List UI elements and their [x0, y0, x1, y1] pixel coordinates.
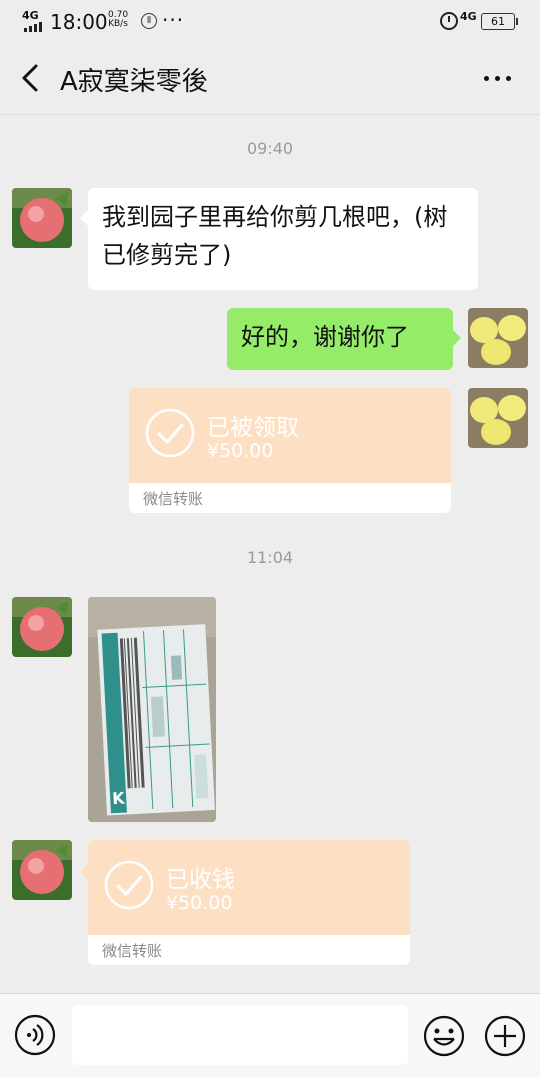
network-type-right: 4G	[460, 10, 477, 23]
contact-avatar[interactable]	[12, 597, 72, 657]
my-avatar[interactable]	[468, 388, 528, 448]
transfer-amount: ¥50.00	[207, 440, 274, 462]
my-avatar[interactable]	[468, 308, 528, 368]
status-bar: 4G 18:00 0.70 KB/s ⫴ ··· 4G 61	[0, 0, 540, 44]
vibrate-icon: ⫴	[141, 13, 157, 29]
lemon-avatar-image	[468, 388, 528, 448]
transfer-footer: 微信转账	[102, 942, 163, 960]
incoming-text-message[interactable]: 我到园子里再给你剪几根吧，(树已修剪完了)	[80, 188, 478, 290]
transfer-card-collected[interactable]: 已收钱 ¥50.00 微信转账	[80, 840, 410, 965]
status-more: ···	[162, 8, 185, 32]
peach-avatar-image	[12, 188, 72, 248]
timestamp: 11:04	[246, 548, 294, 567]
speed-unit: KB/s	[108, 19, 128, 29]
emoji-button[interactable]	[422, 1014, 466, 1058]
lemon-avatar-image	[468, 308, 528, 368]
check-circle-icon	[145, 408, 195, 458]
svg-text:K: K	[112, 789, 126, 809]
input-bar	[0, 993, 540, 1078]
check-circle-icon	[104, 860, 154, 910]
peach-avatar-image	[12, 597, 72, 657]
timestamp: 09:40	[246, 139, 294, 158]
contact-avatar[interactable]	[12, 188, 72, 248]
network-speed: 0.70 KB/s	[108, 11, 128, 29]
signal-icon	[24, 22, 42, 32]
transfer-status: 已收钱	[166, 867, 235, 893]
emoji-icon	[423, 1015, 465, 1057]
more-dots-icon	[484, 76, 489, 81]
plus-button[interactable]	[483, 1014, 527, 1058]
transfer-card-received[interactable]: 已被领取 ¥50.00 微信转账	[129, 388, 451, 513]
back-button[interactable]	[14, 60, 50, 96]
contact-avatar[interactable]	[12, 840, 72, 900]
transfer-status: 已被领取	[207, 415, 299, 441]
message-input[interactable]	[72, 1005, 408, 1065]
plus-icon	[484, 1015, 526, 1057]
network-type: 4G	[22, 9, 39, 22]
transfer-amount: ¥50.00	[166, 892, 233, 914]
alarm-icon	[440, 12, 458, 30]
status-time: 18:00	[50, 10, 108, 34]
voice-button[interactable]	[14, 1014, 56, 1056]
transfer-footer: 微信转账	[143, 490, 204, 508]
chevron-left-icon	[22, 64, 38, 92]
chat-title: A寂寞柒零後	[60, 67, 208, 97]
battery-icon: 61	[481, 13, 518, 30]
chat-header: A寂寞柒零後	[0, 44, 540, 115]
outgoing-text-message[interactable]: 好的，谢谢你了	[227, 308, 461, 370]
shipping-label-photo: K	[88, 597, 216, 822]
voice-icon	[14, 1014, 56, 1056]
peach-avatar-image	[12, 840, 72, 900]
more-button[interactable]	[476, 58, 520, 98]
incoming-photo-message[interactable]: K	[88, 597, 216, 822]
